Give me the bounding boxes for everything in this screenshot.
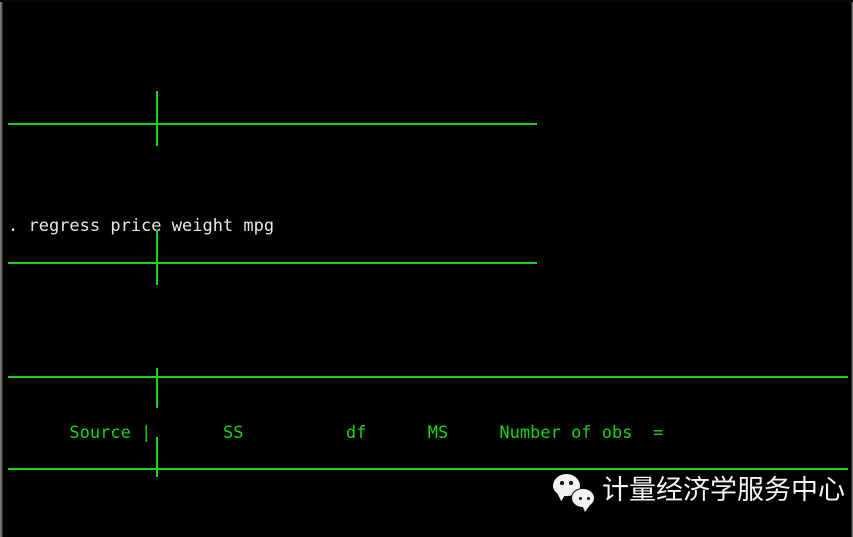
coef-top-rule xyxy=(8,376,848,378)
anova-pipe-seg-2 xyxy=(156,230,158,285)
anova-top-rule xyxy=(8,123,537,125)
anova-header-df: df xyxy=(345,423,367,443)
coef-pipe-seg-mid xyxy=(156,437,158,477)
anova-header-ss: SS xyxy=(223,423,244,443)
terminal-window: . regress price weight mpg Source | SS d… xyxy=(0,0,853,537)
anova-pipe-seg-1 xyxy=(156,91,158,146)
anova-header-ms: MS xyxy=(427,423,449,443)
anova-bottom-rule xyxy=(8,262,537,264)
anova-header-pipe: | xyxy=(141,423,152,443)
command-line: . regress price weight mpg xyxy=(8,215,848,238)
stat-eq-nobs: = xyxy=(652,423,664,443)
console-output[interactable]: . regress price weight mpg Source | SS d… xyxy=(8,8,848,537)
coef-pipe-seg-top xyxy=(156,368,158,408)
window-left-border xyxy=(0,0,3,537)
coef-mid-rule xyxy=(8,468,848,470)
stat-label-nobs: Number of obs xyxy=(499,423,633,443)
window-top-border xyxy=(0,0,853,2)
blank-row xyxy=(8,307,848,330)
anova-header-source: Source xyxy=(69,423,131,443)
command-text: . regress price weight mpg xyxy=(8,216,275,236)
anova-header-row: Source | SS df MS Number of obs = xyxy=(8,422,848,445)
blank-row xyxy=(8,100,848,123)
